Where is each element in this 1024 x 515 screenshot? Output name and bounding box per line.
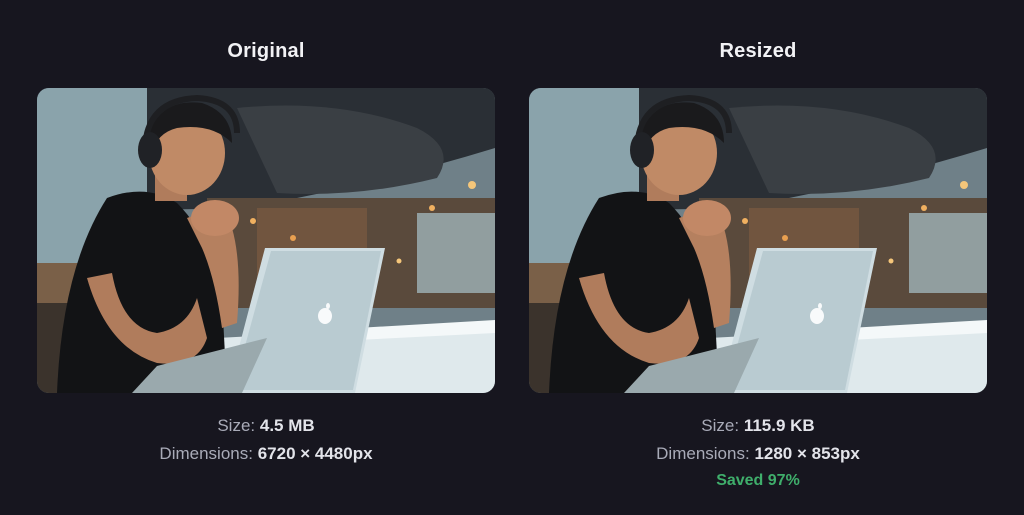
original-title: Original <box>227 40 305 62</box>
resized-size: Size: 115.9 KB <box>529 416 987 436</box>
savings-badge: Saved 97% <box>716 472 800 489</box>
original-size: Size: 4.5 MB <box>37 416 495 436</box>
resized-size-label: Size: <box>701 416 740 435</box>
resized-dimensions-value: 1280 × 853px <box>754 444 860 463</box>
resized-dimensions-label: Dimensions: <box>656 444 750 463</box>
resized-image <box>529 88 987 393</box>
original-image <box>37 88 495 393</box>
original-dimensions: Dimensions: 6720 × 4480px <box>37 444 495 464</box>
comparison-stage: Original Size: 4.5 MB Dimensions: 6720 ×… <box>0 0 1024 515</box>
original-dimensions-label: Dimensions: <box>159 444 253 463</box>
resized-title: Resized <box>719 40 797 62</box>
resized-dimensions: Dimensions: 1280 × 853px <box>529 444 987 464</box>
original-dimensions-value: 6720 × 4480px <box>257 444 373 463</box>
resized-size-value: 115.9 KB <box>743 416 815 435</box>
original-size-value: 4.5 MB <box>259 416 315 435</box>
original-size-label: Size: <box>217 416 256 435</box>
